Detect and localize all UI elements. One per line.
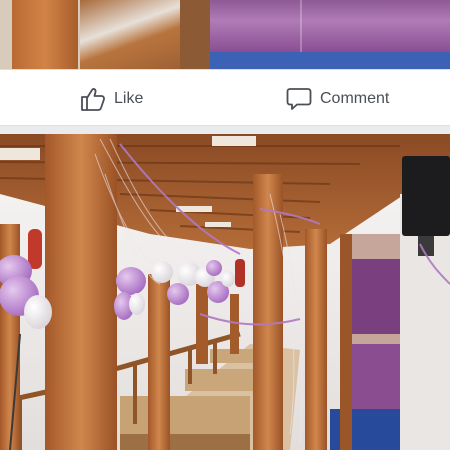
photo-drape-fold bbox=[300, 0, 302, 52]
like-label: Like bbox=[114, 89, 144, 107]
comment-bubble-icon bbox=[286, 86, 312, 112]
photo-blue-trim bbox=[210, 52, 450, 69]
like-button[interactable]: Like bbox=[80, 70, 143, 127]
comment-label: Comment bbox=[320, 89, 390, 107]
previous-post-photo[interactable] bbox=[0, 0, 450, 69]
post-photo[interactable] bbox=[0, 134, 450, 450]
comment-button[interactable]: Comment bbox=[286, 70, 389, 127]
thumbs-up-icon bbox=[80, 86, 106, 112]
post-separator bbox=[0, 126, 450, 134]
photo-purple-drape bbox=[210, 0, 450, 52]
post-action-bar: Like Comment bbox=[0, 69, 450, 126]
photo-wooden-post bbox=[12, 0, 78, 69]
post-photo-image bbox=[0, 134, 450, 450]
photo-beam bbox=[180, 0, 210, 69]
photo-railing bbox=[80, 0, 180, 69]
